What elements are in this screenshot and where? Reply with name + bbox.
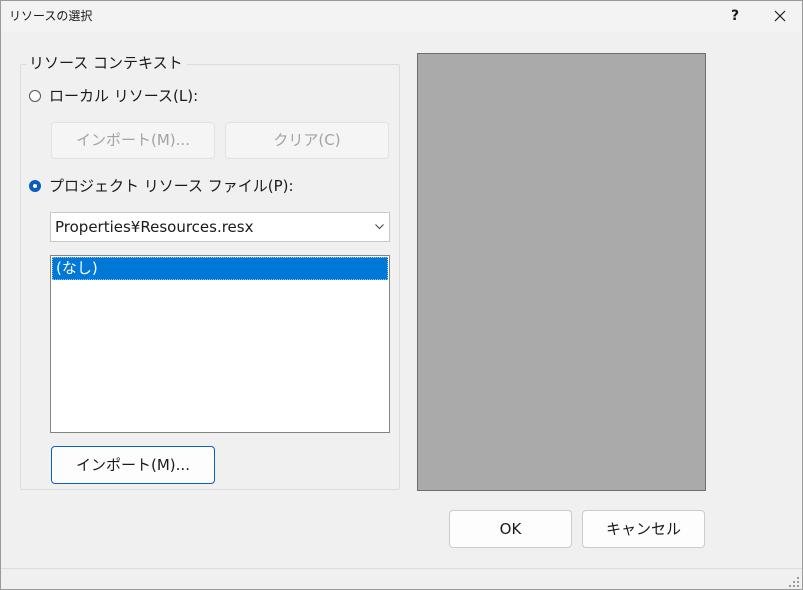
project-import-button[interactable]: インポート(M)... [51,446,215,484]
close-button[interactable] [761,1,799,32]
close-icon [774,10,786,22]
cancel-button[interactable]: キャンセル [582,510,705,548]
resource-select-dialog: リソースの選択 ? リソース コンテキスト ローカル リソース(L): インポー… [0,0,803,590]
list-item-none[interactable]: (なし) [52,257,388,280]
ok-button[interactable]: OK [449,510,572,548]
resource-context-label: リソース コンテキスト [27,53,187,73]
dialog-title: リソースの選択 [9,9,93,23]
chevron-down-icon [375,224,384,230]
help-button[interactable]: ? [719,1,751,32]
clear-button[interactable]: クリア(C) [225,122,389,159]
resource-preview [417,53,706,491]
local-resource-radio[interactable]: ローカル リソース(L): [29,86,198,106]
resource-list[interactable]: (なし) [50,255,390,433]
local-resource-label: ローカル リソース(L): [49,87,199,105]
status-bar [1,568,802,589]
project-resource-radio[interactable]: プロジェクト リソース ファイル(P): [29,176,294,196]
project-resource-label: プロジェクト リソース ファイル(P): [49,177,294,195]
resource-file-value: Properties¥Resources.resx [55,218,254,236]
project-resource-radio-indicator[interactable] [29,180,41,192]
resource-file-dropdown[interactable]: Properties¥Resources.resx [50,212,390,242]
title-bar[interactable]: リソースの選択 ? [1,1,802,32]
local-resource-radio-indicator[interactable] [29,90,41,102]
resize-grip-icon[interactable] [789,577,799,587]
local-import-button[interactable]: インポート(M)... [51,122,215,159]
